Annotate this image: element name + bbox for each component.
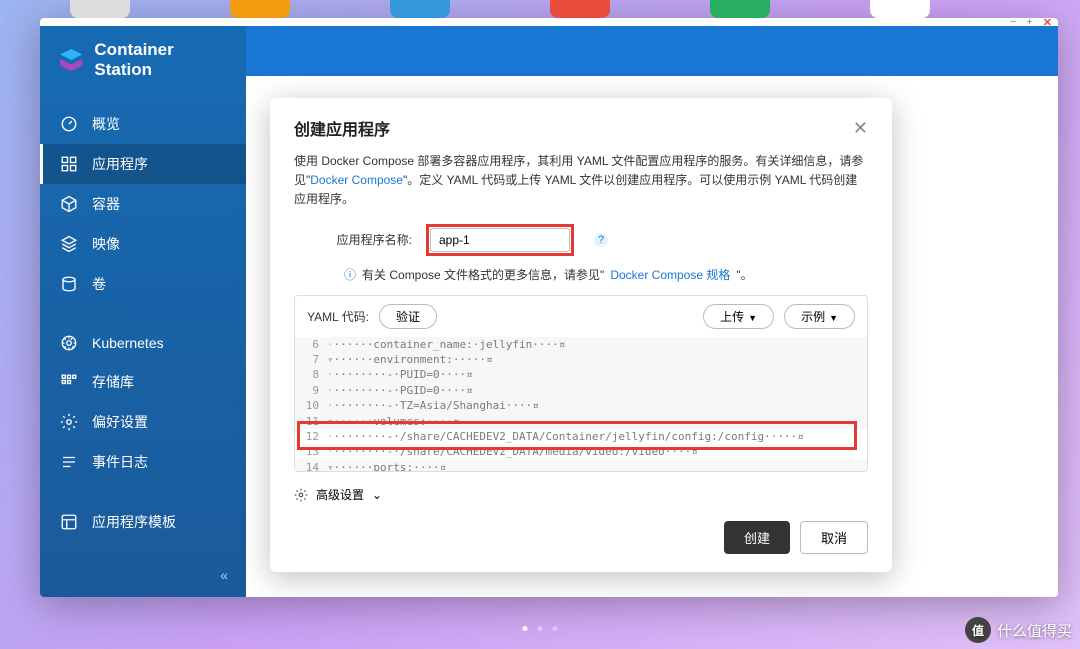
grid-icon bbox=[60, 373, 78, 391]
gear-icon bbox=[60, 413, 78, 431]
sidebar-item-helm[interactable]: Kubernetes bbox=[40, 324, 246, 362]
disk-icon bbox=[60, 275, 78, 293]
code-line: 6·······container_name:·jellyfin····¤ bbox=[295, 337, 867, 352]
yaml-editor[interactable]: 6·······container_name:·jellyfin····¤7▾·… bbox=[295, 337, 867, 472]
list-icon bbox=[60, 453, 78, 471]
chevron-down-icon: ▼ bbox=[748, 313, 757, 323]
sidebar-item-label: 存储库 bbox=[92, 372, 134, 392]
sidebar-item-layers[interactable]: 映像 bbox=[40, 224, 246, 264]
compose-spec-link[interactable]: Docker Compose 规格 bbox=[610, 266, 730, 283]
gear-icon bbox=[294, 488, 308, 502]
dialog-close-icon[interactable]: ✕ bbox=[853, 118, 868, 139]
sidebar-item-label: 映像 bbox=[92, 234, 120, 254]
app-name-label: 应用程序名称: bbox=[334, 231, 412, 248]
desktop-taskbar bbox=[0, 0, 1080, 18]
sidebar-item-cube[interactable]: 容器 bbox=[40, 184, 246, 224]
sidebar-item-gauge[interactable]: 概览 bbox=[40, 104, 246, 144]
dialog-title: 创建应用程序 bbox=[294, 116, 390, 140]
sidebar-item-label: 偏好设置 bbox=[92, 412, 148, 432]
compose-info: ⓘ 有关 Compose 文件格式的更多信息，请参见"Docker Compos… bbox=[344, 266, 868, 283]
sidebar-item-disk[interactable]: 卷 bbox=[40, 264, 246, 304]
sidebar-item-grid[interactable]: 存储库 bbox=[40, 362, 246, 402]
main-window: − + ✕ Container Station 概览应用程序容器映像卷 Kube… bbox=[40, 18, 1058, 597]
sidebar-nav: 概览应用程序容器映像卷 Kubernetes 存储库偏好设置事件日志 应用程序模板 bbox=[40, 98, 246, 557]
app-header: Container Station bbox=[40, 26, 246, 98]
sidebar-item-apps[interactable]: 应用程序 bbox=[40, 144, 246, 184]
chevron-down-icon: ▼ bbox=[829, 313, 838, 323]
code-line: 9·········-·PGID=0····¤ bbox=[295, 383, 867, 398]
yaml-label: YAML 代码: bbox=[307, 308, 369, 325]
app-name-row: 应用程序名称: ? bbox=[334, 224, 868, 256]
sidebar-item-label: 事件日志 bbox=[92, 452, 148, 472]
sidebar-item-label: 容器 bbox=[92, 194, 120, 214]
app-name-input[interactable] bbox=[430, 228, 570, 252]
cube-icon bbox=[60, 195, 78, 213]
watermark: 值 什么值得买 bbox=[965, 617, 1072, 643]
sidebar-item-label: Kubernetes bbox=[92, 335, 164, 351]
sidebar-item-list[interactable]: 事件日志 bbox=[40, 442, 246, 482]
code-line: 12·········-·/share/CACHEDEV2_DATA/Conta… bbox=[295, 429, 867, 444]
chevron-down-icon: ⌄ bbox=[372, 488, 382, 502]
upload-button[interactable]: 上传▼ bbox=[703, 304, 774, 329]
sidebar-item-label: 应用程序模板 bbox=[92, 512, 176, 532]
help-icon[interactable]: ? bbox=[594, 233, 608, 247]
dialog-description: 使用 Docker Compose 部署多容器应用程序，其利用 YAML 文件配… bbox=[294, 152, 868, 210]
gauge-icon bbox=[60, 115, 78, 133]
app-logo-icon bbox=[58, 46, 84, 74]
sidebar-item-label: 应用程序 bbox=[92, 154, 148, 174]
code-line: 7▾······environment:·····¤ bbox=[295, 352, 867, 367]
apps-icon bbox=[60, 155, 78, 173]
window-titlebar: − + ✕ bbox=[40, 18, 1058, 26]
sidebar-item-label: 卷 bbox=[92, 274, 106, 294]
sidebar: Container Station 概览应用程序容器映像卷 Kubernetes… bbox=[40, 26, 246, 597]
sidebar-item-template[interactable]: 应用程序模板 bbox=[40, 502, 246, 542]
template-icon bbox=[60, 513, 78, 531]
advanced-settings-toggle[interactable]: 高级设置 ⌄ bbox=[294, 472, 868, 503]
helm-icon bbox=[60, 334, 78, 352]
code-line: 11▾······volumes:····¤ bbox=[295, 414, 867, 429]
create-button[interactable]: 创建 bbox=[724, 521, 790, 554]
app-title: Container Station bbox=[94, 40, 228, 80]
code-line: 8·········-·PUID=0····¤ bbox=[295, 367, 867, 382]
sidebar-collapse-icon[interactable]: « bbox=[40, 557, 246, 597]
cancel-button[interactable]: 取消 bbox=[800, 521, 868, 554]
layers-icon bbox=[60, 235, 78, 253]
yaml-section: YAML 代码: 验证 上传▼ 示例▼ 6·······container_na… bbox=[294, 295, 868, 472]
code-line: 10·········-·TZ=Asia/Shanghai····¤ bbox=[295, 398, 867, 413]
sidebar-item-label: 概览 bbox=[92, 114, 120, 134]
create-app-dialog: 创建应用程序 ✕ 使用 Docker Compose 部署多容器应用程序，其利用… bbox=[270, 98, 892, 572]
example-button[interactable]: 示例▼ bbox=[784, 304, 855, 329]
watermark-badge: 值 bbox=[965, 617, 991, 643]
code-line: 13·········-·/share/CACHEDEV2_DATA/media… bbox=[295, 444, 867, 459]
code-line: 14▾······ports:····¤ bbox=[295, 460, 867, 472]
docker-compose-link[interactable]: Docker Compose bbox=[310, 173, 403, 187]
sidebar-item-gear[interactable]: 偏好设置 bbox=[40, 402, 246, 442]
page-dots bbox=[523, 626, 558, 631]
info-icon: ⓘ bbox=[344, 266, 356, 283]
validate-button[interactable]: 验证 bbox=[379, 304, 437, 329]
